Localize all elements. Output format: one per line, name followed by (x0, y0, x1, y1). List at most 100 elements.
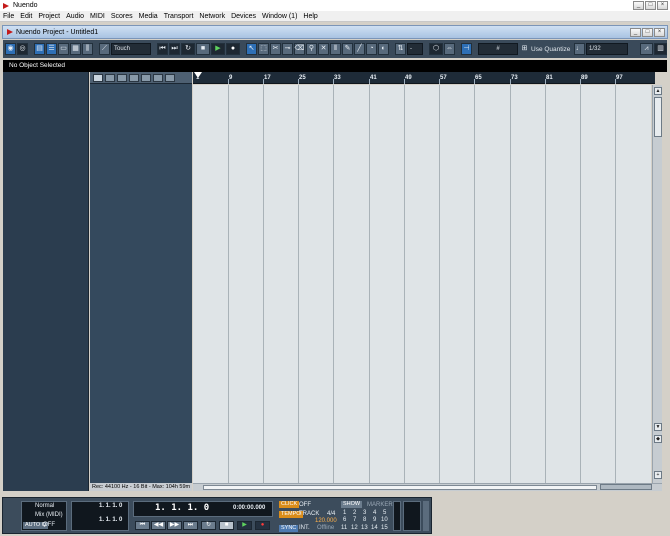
play-button[interactable]: ▶ (211, 43, 225, 55)
transport-forward-button[interactable]: ▶▶ (167, 521, 182, 530)
line-tool-icon[interactable]: ╱ (354, 43, 365, 55)
scroll-down-icon[interactable]: ▼ (654, 423, 662, 431)
show-overview-button[interactable]: ▭ (58, 43, 69, 55)
project-minimize-button[interactable]: _ (630, 28, 641, 37)
snap-on-off-button[interactable]: ⊣ (461, 43, 472, 55)
vertical-scroll-thumb[interactable] (654, 97, 662, 137)
master-level-fader[interactable] (423, 501, 429, 531)
erase-tool-icon[interactable]: ⌫ (294, 43, 305, 55)
show-markers-button[interactable]: SHOW (341, 501, 363, 508)
suspend-autoscroll-button[interactable]: ⇔ (444, 43, 455, 55)
zoom-tool-icon[interactable]: ⚲ (306, 43, 317, 55)
record-button[interactable]: ● (226, 43, 240, 55)
secondary-time-display[interactable]: 0:00:00.000 (233, 505, 265, 511)
show-inspector-button[interactable]: ▤ (34, 43, 45, 55)
marker-button[interactable]: 15 (381, 525, 388, 531)
record-mode-select[interactable]: Normal (35, 503, 54, 509)
nudge-palette-icon[interactable]: ⇅ (395, 43, 406, 55)
show-pool-button[interactable]: ▦ (70, 43, 81, 55)
automation-mode-icon[interactable]: ⟋ (99, 43, 110, 55)
time-warp-tool-icon[interactable]: ⫴ (330, 43, 341, 55)
menu-scores[interactable]: Scores (108, 13, 136, 20)
menu-edit[interactable]: Edit (17, 13, 35, 20)
marker-button[interactable]: 3 (363, 510, 366, 516)
track-list-collapse-button[interactable] (165, 73, 175, 82)
track-list-add-track-button[interactable] (93, 73, 103, 82)
horizontal-scroll-thumb[interactable] (203, 485, 597, 490)
grid-type-select[interactable]: Use Quantize (531, 46, 573, 53)
window-layout-button[interactable]: ▥ (654, 43, 667, 55)
play-tool-icon[interactable]: ◔ (366, 43, 377, 55)
marker-button[interactable]: 8 (363, 517, 366, 523)
quantize-preset-select[interactable]: 1/32 (586, 43, 628, 55)
maximize-button[interactable]: □ (645, 1, 656, 10)
marker-button[interactable]: 1 (343, 510, 346, 516)
color-tool-icon[interactable]: ◐ (378, 43, 389, 55)
track-list-solo-button[interactable] (117, 73, 127, 82)
auto-scroll-button[interactable]: ⬡ (429, 43, 443, 55)
click-label[interactable]: CLICK (279, 501, 300, 508)
marker-button[interactable]: 2 (353, 510, 356, 516)
marker-button[interactable]: 9 (373, 517, 376, 523)
transport-stop-button[interactable]: ■ (219, 521, 234, 530)
horizontal-zoom-slider[interactable] (600, 484, 652, 490)
primary-time-display[interactable]: 1. 1. 1. 0 (155, 503, 209, 513)
activate-project-button[interactable]: ◉ (5, 43, 16, 55)
marker-button[interactable]: 14 (371, 525, 378, 531)
nudge-value[interactable]: - (407, 43, 423, 55)
menu-project[interactable]: Project (35, 13, 63, 20)
event-display[interactable] (193, 85, 651, 483)
transport-goto-end-button[interactable]: ⏭ (183, 521, 198, 530)
track-list-read-button[interactable] (129, 73, 139, 82)
draw-tool-icon[interactable]: ✎ (342, 43, 353, 55)
vertical-zoom-slider[interactable]: ◆ (654, 435, 662, 443)
split-tool-icon[interactable]: ✂ (270, 43, 281, 55)
menu-help[interactable]: Help (300, 13, 320, 20)
stop-button[interactable]: ■ (196, 43, 210, 55)
transport-play-button[interactable]: ▶ (237, 521, 252, 530)
menu-network[interactable]: Network (196, 13, 228, 20)
project-close-button[interactable]: × (654, 28, 665, 37)
sync-label[interactable]: SYNC (279, 525, 299, 532)
track-list-mute-all-button[interactable] (105, 73, 115, 82)
minimize-button[interactable]: _ (633, 1, 644, 10)
show-mixer-button[interactable]: ⫼ (82, 43, 93, 55)
menu-devices[interactable]: Devices (228, 13, 259, 20)
project-cursor-icon[interactable] (194, 72, 202, 78)
menu-audio[interactable]: Audio (63, 13, 87, 20)
transport-goto-start-button[interactable]: ⏮ (135, 521, 150, 530)
marker-button[interactable]: 4 (373, 510, 376, 516)
close-button[interactable]: × (657, 1, 668, 10)
marker-button[interactable]: 7 (353, 517, 356, 523)
menu-window[interactable]: Window (1) (259, 13, 300, 20)
menu-midi[interactable]: MIDI (87, 13, 108, 20)
vertical-scrollbar[interactable]: ▲ ▼ ◆ + (652, 85, 662, 483)
left-locator-value[interactable]: 1. 1. 1. 0 (99, 503, 122, 509)
menu-media[interactable]: Media (136, 13, 161, 20)
goto-next-marker-button[interactable]: ⏭ (169, 43, 180, 55)
mute-tool-icon[interactable]: ✕ (318, 43, 329, 55)
marker-button[interactable]: 12 (351, 525, 358, 531)
track-list[interactable] (90, 72, 192, 491)
transport-record-button[interactable]: ● (255, 521, 270, 530)
marker-button[interactable]: 11 (341, 525, 347, 531)
automation-mode-select[interactable]: Touch (111, 43, 151, 55)
object-selection-tool-icon[interactable]: ↖ (246, 43, 257, 55)
project-maximize-button[interactable]: □ (642, 28, 653, 37)
marker-button[interactable]: 5 (383, 510, 386, 516)
constrain-delay-button[interactable]: ◎ (17, 43, 28, 55)
track-list-expand-button[interactable] (153, 73, 163, 82)
snap-type-select[interactable]: # (478, 43, 518, 55)
marker-button[interactable]: 10 (381, 517, 388, 523)
menu-transport[interactable]: Transport (161, 13, 197, 20)
goto-previous-marker-button[interactable]: ⏮ (157, 43, 168, 55)
transport-cycle-button[interactable]: ↻ (201, 521, 216, 530)
show-infoline-button[interactable]: ☰ (46, 43, 57, 55)
vertical-zoom-in-icon[interactable]: + (654, 471, 662, 479)
range-selection-tool-icon[interactable]: ⬚ (258, 43, 269, 55)
transport-rewind-button[interactable]: ◀◀ (151, 521, 166, 530)
snap-to-zero-crossing-button[interactable]: ⩘ (640, 43, 653, 55)
cycle-button[interactable]: ↻ (181, 43, 195, 55)
glue-tool-icon[interactable]: ⊸ (282, 43, 293, 55)
marker-button[interactable]: 13 (361, 525, 368, 531)
